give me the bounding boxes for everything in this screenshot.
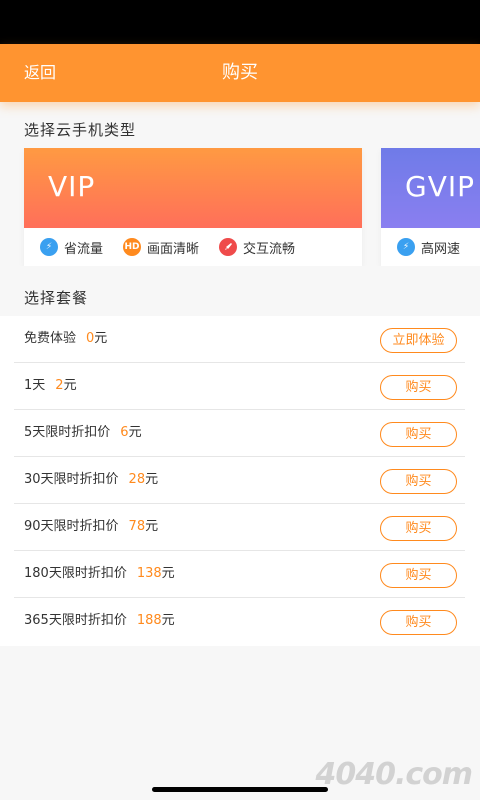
feature-item: 交互流畅 <box>219 238 295 257</box>
feature-label: 省流量 <box>64 241 104 257</box>
buy-button[interactable]: 购买 <box>380 469 457 494</box>
feature-label: 画面清晰 <box>147 241 200 257</box>
plan-price: 188 <box>136 613 162 628</box>
plan-row: 5天限时折扣价 6元 购买 <box>14 410 465 457</box>
plan-name-text: 1天 <box>24 378 46 393</box>
status-bar <box>0 0 480 44</box>
buy-button[interactable]: 购买 <box>380 563 457 588</box>
plan-price: 6 <box>120 425 129 440</box>
feature-label: 高网速 <box>421 241 461 257</box>
section-title-phone-type: 选择云手机类型 <box>24 121 137 139</box>
section-title-plan: 选择套餐 <box>24 289 89 307</box>
plan-row: 免费体验 0元 立即体验 <box>14 316 465 363</box>
plan-name: 180天限时折扣价 138元 <box>24 551 175 597</box>
plan-name: 1天 2元 <box>24 363 77 409</box>
plan-row: 30天限时折扣价 28元 购买 <box>14 457 465 504</box>
plan-name-text: 180天限时折扣价 <box>24 566 127 581</box>
bolt-icon: ⚡ <box>397 238 415 256</box>
buy-button[interactable]: 购买 <box>380 422 457 447</box>
plan-name-text: 90天限时折扣价 <box>24 519 119 534</box>
plan-price: 2 <box>55 378 64 393</box>
card-header: GVIP <box>381 148 480 228</box>
nav-bar: 返回 购买 <box>0 44 480 102</box>
plan-unit: 元 <box>128 425 142 440</box>
plan-name: 30天限时折扣价 28元 <box>24 457 158 503</box>
buy-button[interactable]: 购买 <box>380 516 457 541</box>
feature-item: HD 画面清晰 <box>123 238 199 257</box>
card-header: VIP <box>24 148 362 228</box>
buy-button[interactable]: 购买 <box>380 375 457 400</box>
feature-list: ⚡ 高网速 <box>381 228 480 266</box>
plan-unit: 元 <box>161 613 175 628</box>
plan-price: 78 <box>128 519 146 534</box>
plan-name-text: 30天限时折扣价 <box>24 472 119 487</box>
watermark-logo: 4040.com <box>315 757 473 792</box>
back-button[interactable]: 返回 <box>24 44 56 102</box>
card-name: VIP <box>48 170 96 203</box>
card-vip[interactable]: VIP ⚡ 省流量 HD 画面清晰 交互流畅 <box>24 148 362 266</box>
plan-price: 28 <box>128 472 146 487</box>
card-name: GVIP <box>405 170 475 203</box>
bolt-icon: ⚡ <box>40 238 58 256</box>
plan-unit: 元 <box>63 378 77 393</box>
feature-item: ⚡ 省流量 <box>40 238 103 257</box>
plan-unit: 元 <box>161 566 175 581</box>
feature-label: 交互流畅 <box>243 241 296 257</box>
page-title: 购买 <box>222 62 258 83</box>
plan-price: 138 <box>136 566 162 581</box>
hd-icon: HD <box>123 238 142 256</box>
plan-row: 180天限时折扣价 138元 购买 <box>14 551 465 598</box>
plan-name: 90天限时折扣价 78元 <box>24 504 158 550</box>
plan-unit: 元 <box>145 472 159 487</box>
home-indicator[interactable] <box>152 787 328 792</box>
plan-name: 免费体验 0元 <box>24 316 107 362</box>
buy-button[interactable]: 购买 <box>380 610 457 635</box>
feature-list: ⚡ 省流量 HD 画面清晰 交互流畅 <box>24 228 362 266</box>
plan-unit: 元 <box>94 331 108 346</box>
plan-name-text: 5天限时折扣价 <box>24 425 111 440</box>
plan-name-text: 365天限时折扣价 <box>24 613 127 628</box>
feature-item: ⚡ 高网速 <box>397 238 460 257</box>
try-now-button[interactable]: 立即体验 <box>380 328 457 353</box>
rocket-icon <box>219 238 238 256</box>
plan-name: 365天限时折扣价 188元 <box>24 598 175 644</box>
plan-name: 5天限时折扣价 6元 <box>24 410 142 456</box>
card-gvip[interactable]: GVIP ⚡ 高网速 <box>381 148 480 266</box>
plan-list: 免费体验 0元 立即体验 1天 2元 购买 5天限时折扣价 6元 购买 30天限时折扣… <box>0 316 480 646</box>
plan-name-text: 免费体验 <box>24 331 77 346</box>
plan-row: 90天限时折扣价 78元 购买 <box>14 504 465 551</box>
plan-row: 365天限时折扣价 188元 购买 <box>14 598 465 645</box>
phone-type-carousel[interactable]: VIP ⚡ 省流量 HD 画面清晰 交互流畅 GVIP ⚡ 高网速 <box>0 148 480 266</box>
plan-unit: 元 <box>145 519 159 534</box>
plan-row: 1天 2元 购买 <box>14 363 465 410</box>
